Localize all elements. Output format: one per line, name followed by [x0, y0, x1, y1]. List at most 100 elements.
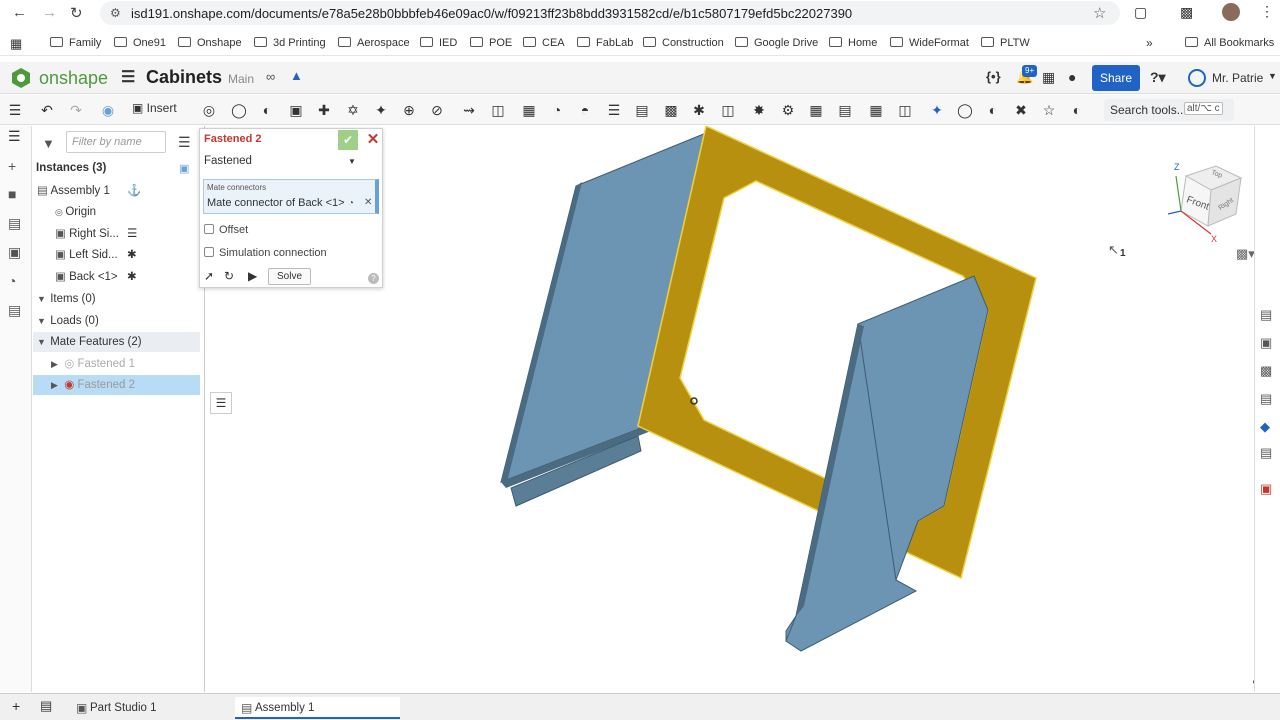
bookmark-ied[interactable]: IED [420, 37, 457, 49]
tree-items-group[interactable]: ▼ Items (0) [37, 289, 205, 309]
add-variable-icon[interactable]: + [8, 158, 16, 174]
notes-icon[interactable]: ▤ [8, 302, 21, 319]
bookmark-pltw[interactable]: PLTW [981, 37, 1030, 49]
screw-relation-icon[interactable]: ☰ [605, 101, 623, 119]
profile-avatar[interactable] [1222, 3, 1240, 21]
appearance-icon[interactable]: ◐ [1068, 101, 1086, 119]
search-tools-input[interactable]: Search tools... alt/⌥ c [1104, 99, 1234, 121]
parallel-mate-icon[interactable]: ⊕ [400, 101, 418, 119]
bookmark-cea[interactable]: CEA [523, 37, 565, 49]
help-icon[interactable]: ?▾ [1150, 69, 1166, 86]
rack-pinion-icon[interactable]: ◓ [576, 101, 594, 119]
tab-assembly[interactable]: ▤ Assembly 1 [235, 697, 400, 719]
bom-panel-icon[interactable]: ▩ [1260, 363, 1272, 379]
properties-panel-icon[interactable]: ▤ [1260, 307, 1272, 323]
render-panel-icon[interactable]: ◆ [1260, 419, 1270, 435]
user-menu-chevron-icon[interactable]: ▼ [1268, 71, 1277, 81]
bookmark-aerospace[interactable]: Aerospace [338, 37, 410, 49]
compass-icon[interactable]: ● [1068, 69, 1076, 85]
instance-list-icon[interactable]: ☰ [8, 128, 21, 145]
mate-connectors-field[interactable]: Mate connectors Mate connector of Back <… [203, 179, 379, 214]
simulation-icon[interactable]: ✖ [1012, 101, 1030, 119]
planar-mate-icon[interactable]: ▣ [287, 101, 305, 119]
history-icon[interactable]: ◔ [8, 273, 16, 289]
tree-loads-group[interactable]: ▼ Loads (0) [37, 311, 205, 331]
more-bookmarks-icon[interactable]: » [1146, 36, 1153, 50]
bookmark-wideformat[interactable]: WideFormat [890, 37, 969, 49]
properties-icon[interactable]: ▤ [8, 215, 21, 232]
animate-play-icon[interactable]: ▶ [248, 269, 257, 283]
mate-connector-icon[interactable]: ▦ [520, 101, 538, 119]
offset-checkbox[interactable]: Offset [204, 224, 248, 236]
tree-item-assembly[interactable]: ▤ Assembly 1 ⚓ [37, 181, 205, 201]
extensions-icon[interactable]: ▢ [1134, 4, 1147, 21]
ball-mate-icon[interactable]: ✦ [372, 101, 390, 119]
relations-gear-icon[interactable]: ◔ [548, 101, 566, 119]
grid-icon[interactable]: ▦ [807, 101, 825, 119]
tangent-mate-icon[interactable]: ⊘ [428, 101, 446, 119]
cylindrical-mate-icon[interactable]: ✚ [315, 101, 333, 119]
apps-grid-icon[interactable]: ▦ [10, 36, 22, 52]
bookmark-home[interactable]: Home [829, 37, 877, 49]
group-icon[interactable]: ◫ [489, 101, 507, 119]
cast-icon[interactable]: ▩ [1180, 4, 1193, 21]
learning-cap-icon[interactable]: ▲ [290, 68, 303, 83]
animate-icon[interactable]: ◯ [956, 101, 974, 119]
pattern-icon[interactable]: ✱ [690, 101, 708, 119]
tree-item-origin[interactable]: ◎ Origin [55, 202, 223, 222]
star-icon[interactable]: ☆ [1093, 4, 1106, 22]
address-bar[interactable]: ⚙ isd191.onshape.com/documents/e78a5e28b… [100, 1, 1120, 25]
named-position-icon[interactable]: ✦ [928, 101, 946, 119]
bom-icon[interactable]: ◫ [896, 101, 914, 119]
accept-check-button[interactable]: ✔ [338, 130, 358, 150]
comments-icon[interactable]: ■ [8, 186, 16, 202]
document-title[interactable]: Cabinets [146, 67, 222, 88]
gear-icon[interactable]: ⚙ [779, 101, 797, 119]
bookmark-family[interactable]: Family [50, 37, 101, 49]
mate-connector-value[interactable]: Mate connector of Back <1> [207, 197, 345, 209]
slider-mate-icon[interactable]: ◐ [258, 101, 276, 119]
bookmark-3d-printing[interactable]: 3d Printing [254, 37, 326, 49]
link-icon[interactable]: ∞ [266, 69, 275, 84]
branch-label[interactable]: Main [228, 72, 254, 86]
all-bookmarks[interactable]: All Bookmarks [1185, 37, 1274, 49]
undo-icon[interactable]: ↶ [38, 101, 56, 119]
bookmark-poe[interactable]: POE [470, 37, 512, 49]
mirror-icon[interactable]: ◫ [719, 101, 737, 119]
app-panel-icon[interactable]: ▣ [1260, 481, 1272, 497]
instances-header[interactable]: Instances (3) [36, 158, 204, 178]
reorient-icon[interactable]: ↻ [224, 269, 234, 283]
render-icon[interactable]: ☆ [1040, 101, 1058, 119]
tree-item-fastened-1[interactable]: ▶ ◎ Fastened 1 [51, 354, 219, 374]
reload-icon[interactable]: ↻ [70, 4, 83, 22]
help-icon[interactable]: ? [368, 273, 379, 284]
section-view-icon[interactable]: ▤ [836, 101, 854, 119]
url-text[interactable]: isd191.onshape.com/documents/e78a5e28b0b… [131, 6, 852, 21]
bookmark-google-drive[interactable]: Google Drive [735, 37, 818, 49]
bookmark-fablab[interactable]: FabLab [577, 37, 633, 49]
add-tab-icon[interactable]: + [12, 698, 20, 714]
list-view-icon[interactable]: ☰ [178, 134, 191, 151]
featurescript-icon[interactable]: {•} [986, 69, 1001, 84]
user-avatar-icon[interactable] [1188, 69, 1206, 87]
width-mate-icon[interactable]: ⇝ [460, 101, 478, 119]
simulation-connection-checkbox[interactable]: Simulation connection [204, 247, 327, 259]
back-arrow-icon[interactable]: ← [12, 4, 27, 21]
measure-icon[interactable]: ▦ [867, 101, 885, 119]
app-store-icon[interactable]: ▦ [1042, 69, 1055, 86]
clock-icon[interactable]: ◔ [348, 198, 354, 209]
tree-item-right-side[interactable]: ▣ Right Si... ☰ [55, 224, 223, 244]
flip-direction-icon[interactable]: ➚ [204, 269, 214, 283]
filter-icon[interactable]: ▼ [42, 136, 55, 151]
remove-connector-icon[interactable]: ✕ [364, 197, 372, 208]
solve-button[interactable]: Solve [268, 268, 311, 285]
tab-part-studio[interactable]: ▣ Part Studio 1 [70, 697, 230, 719]
browser-menu-icon[interactable]: ⋮ [1260, 3, 1274, 20]
tree-mate-features-group[interactable]: ▼ Mate Features (2) [33, 332, 200, 352]
user-name[interactable]: Mr. Patrie [1212, 71, 1263, 85]
replicate-icon[interactable]: ▩ [662, 101, 680, 119]
mate-type-select[interactable]: Fastened ▼ [204, 155, 358, 171]
linear-relation-icon[interactable]: ▤ [633, 101, 651, 119]
configurations-icon[interactable]: ▣ [8, 244, 21, 261]
analysis-panel-icon[interactable]: ▤ [1260, 445, 1272, 461]
